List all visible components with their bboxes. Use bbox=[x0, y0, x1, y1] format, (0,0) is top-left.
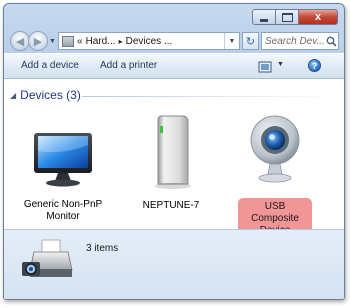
maximize-button[interactable] bbox=[275, 9, 299, 25]
device-label: NEPTUNE-7 bbox=[142, 200, 200, 211]
search-input[interactable] bbox=[262, 34, 325, 48]
forward-button[interactable]: ▶ bbox=[28, 31, 48, 51]
device-label: Generic Non-PnP Monitor bbox=[23, 199, 103, 222]
device-item-neptune-7[interactable]: NEPTUNE-7 bbox=[126, 112, 216, 212]
view-options-dropdown[interactable]: ▼ bbox=[277, 61, 284, 68]
group-divider bbox=[82, 96, 340, 97]
breadcrumb-devices[interactable]: Devices ... bbox=[126, 36, 173, 47]
details-pane: 3 items bbox=[4, 229, 344, 299]
refresh-icon: ↻ bbox=[245, 35, 256, 48]
add-device-button[interactable]: Add a device bbox=[21, 60, 79, 71]
search-box[interactable] bbox=[261, 32, 339, 50]
collapse-icon[interactable]: ◢ bbox=[10, 91, 16, 100]
group-header-devices[interactable]: ◢ Devices (3) bbox=[10, 88, 81, 102]
back-button[interactable]: ◀ bbox=[10, 31, 30, 51]
help-button[interactable]: ? bbox=[308, 59, 321, 72]
devices-printers-icon bbox=[22, 239, 73, 277]
device-item-monitor[interactable]: Generic Non-PnP Monitor bbox=[18, 121, 108, 223]
close-button[interactable]: x bbox=[298, 9, 338, 25]
add-printer-button[interactable]: Add a printer bbox=[100, 60, 157, 71]
recent-pages-dropdown[interactable]: ▼ bbox=[49, 38, 56, 45]
explorer-window: x ◀ ▶ ▼ « Hard... ▸ Devices ... ▼ ↻ Sear… bbox=[3, 3, 345, 300]
monitor-icon bbox=[34, 133, 92, 187]
breadcrumb-overflow[interactable]: « bbox=[77, 36, 83, 47]
address-bar[interactable]: « Hard... ▸ Devices ... ▼ bbox=[58, 32, 240, 50]
control-panel-icon bbox=[62, 35, 74, 47]
close-icon: x bbox=[314, 11, 322, 23]
back-arrow-icon: ◀ bbox=[15, 35, 25, 48]
breadcrumb-hardware[interactable]: Hard... bbox=[86, 36, 116, 47]
maximize-icon bbox=[281, 12, 293, 22]
change-view-button[interactable] bbox=[258, 60, 272, 73]
breadcrumb-separator-icon[interactable]: ▸ bbox=[119, 37, 123, 46]
devices-view: ◢ Devices (3) Generic Non-PnP Monitor NE… bbox=[4, 79, 344, 240]
refresh-button[interactable]: ↻ bbox=[242, 32, 259, 50]
external-drive-icon bbox=[155, 115, 191, 189]
forward-arrow-icon: ▶ bbox=[33, 35, 43, 48]
caption-buttons: x bbox=[252, 9, 338, 25]
minimize-button[interactable] bbox=[252, 9, 276, 25]
webcam-icon bbox=[250, 115, 300, 183]
search-icon[interactable] bbox=[325, 34, 338, 48]
address-dropdown-button[interactable]: ▼ bbox=[224, 33, 239, 49]
minimize-icon bbox=[260, 18, 268, 22]
view-icon bbox=[258, 61, 272, 73]
command-toolbar: Add a device Add a printer ▼ ? bbox=[4, 53, 344, 79]
item-count: 3 items bbox=[86, 243, 119, 254]
group-title: Devices (3) bbox=[20, 88, 81, 102]
device-item-usb-composite[interactable]: USB Composite Device bbox=[230, 110, 320, 240]
